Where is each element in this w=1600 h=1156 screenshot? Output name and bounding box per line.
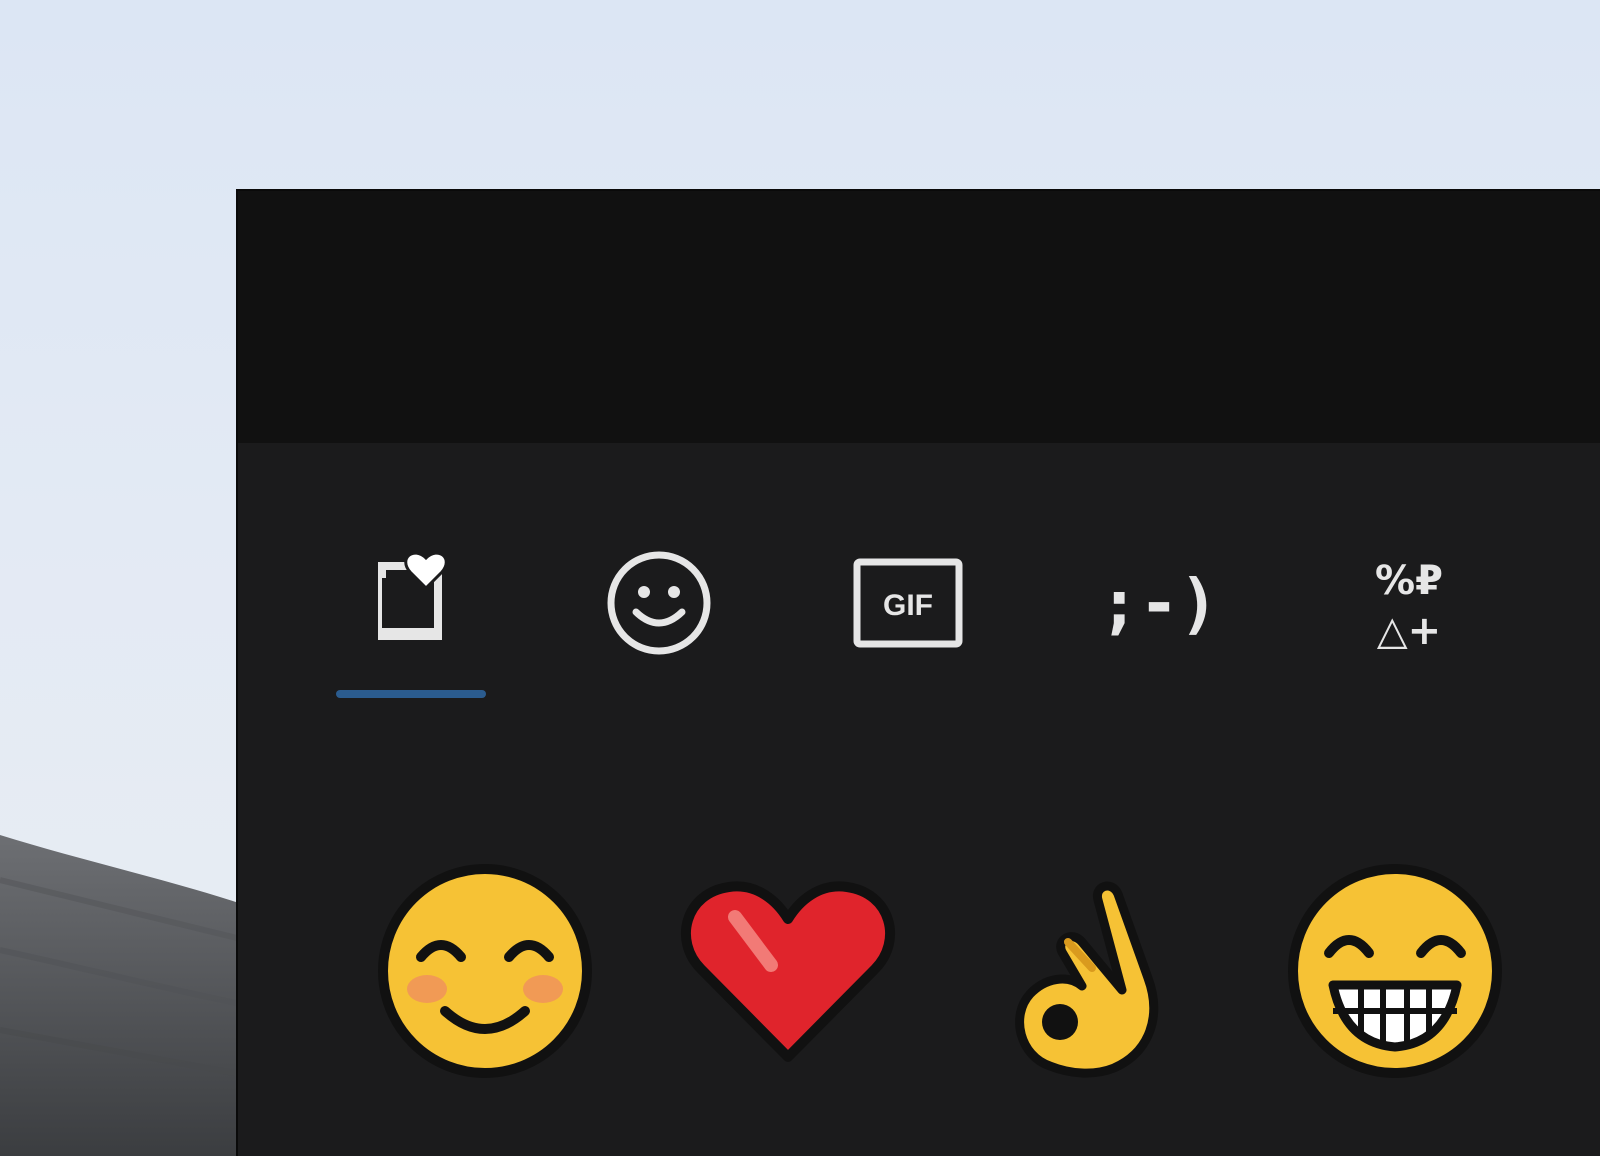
smiling-face-icon (378, 864, 592, 1078)
tab-symbols[interactable]: %₽ △+ (1334, 543, 1484, 663)
emoji-panel-header (238, 191, 1600, 443)
emoji-red-heart[interactable] (668, 851, 908, 1091)
emoji-smiling-face-with-smiling-eyes[interactable] (365, 851, 605, 1091)
tab-recently-used[interactable] (334, 543, 484, 663)
red-heart-icon (681, 881, 895, 1062)
desktop-background: GIF ;-) %₽ △+ (0, 0, 1600, 1156)
tab-kaomoji[interactable]: ;-) (1084, 543, 1234, 663)
kaomoji-label: ;-) (1099, 565, 1218, 642)
selected-tab-indicator (336, 690, 486, 698)
tab-emoji[interactable] (584, 543, 734, 663)
emoji-ok-hand[interactable] (970, 851, 1210, 1091)
gif-icon: GIF (853, 558, 963, 648)
symbols-label-bottom: △+ (1377, 608, 1441, 654)
kaomoji-icon: ;-) (1099, 565, 1218, 642)
gif-label: GIF (883, 589, 933, 622)
emoji-grinning-face-with-smiling-eyes[interactable] (1275, 851, 1515, 1091)
recently-used-icon (378, 551, 448, 640)
tab-gif[interactable]: GIF (834, 543, 984, 663)
emoji-panel: GIF ;-) %₽ △+ (238, 191, 1600, 1156)
symbols-icon: %₽ △+ (1375, 558, 1443, 654)
ok-hand-icon (1015, 881, 1159, 1078)
symbols-label-top: %₽ (1375, 558, 1443, 604)
grinning-face-icon (1288, 864, 1502, 1078)
smiley-icon (607, 551, 711, 655)
